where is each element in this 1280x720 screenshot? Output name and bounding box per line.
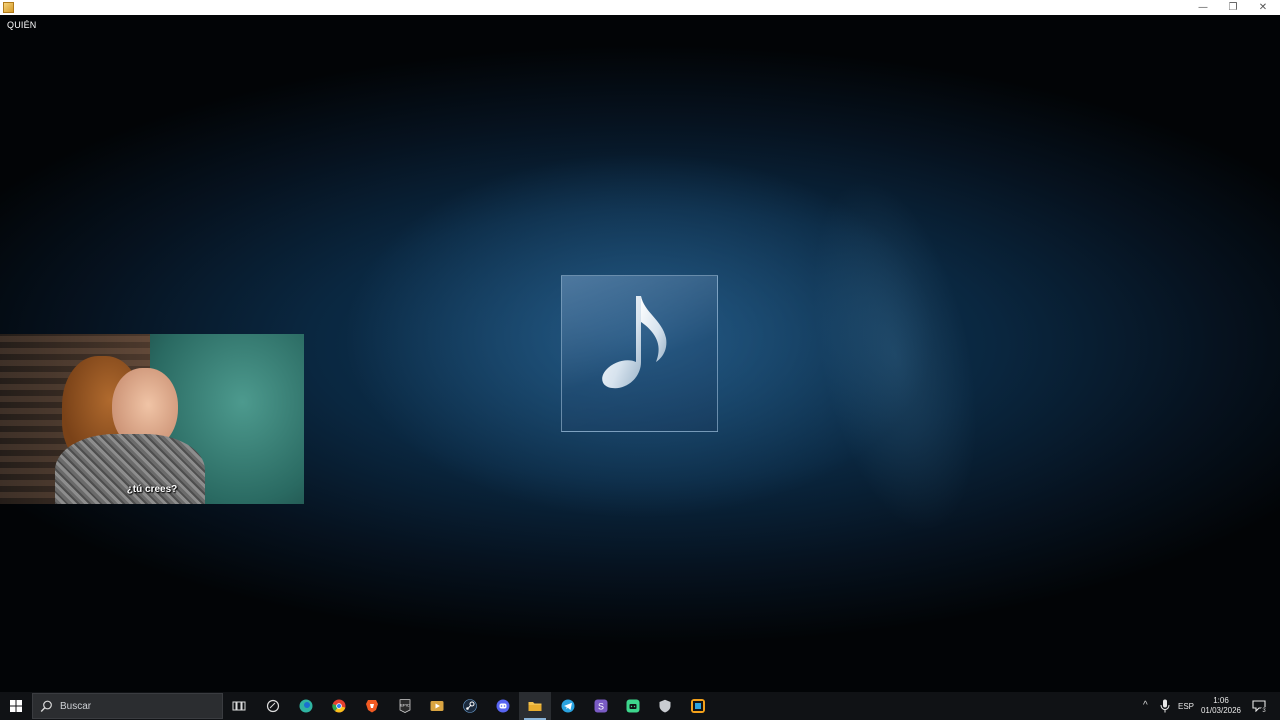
minimize-button[interactable]: — [1188,0,1218,15]
input-language[interactable]: ESP [1178,702,1194,711]
discord-icon [496,699,510,713]
taskbar-s-app[interactable]: S [585,692,617,720]
chrome-icon [332,699,346,713]
task-view-icon [232,701,246,711]
taskbar-telegram[interactable] [552,692,584,720]
s-app-icon: S [594,699,608,713]
taskbar-chrome[interactable] [323,692,355,720]
track-title: QUIÉN [7,20,37,30]
taskbar-cortana[interactable] [257,692,289,720]
video-subtitle: ¿tú crees? [126,484,178,495]
microphone-icon[interactable] [1160,699,1170,713]
player-background: QUIÉN ¿tú crees? [0,15,1280,692]
search-placeholder: Buscar [60,701,92,712]
video-thumbnail[interactable]: ¿tú crees? [0,334,304,504]
notification-count-badge: 3 [1260,707,1268,715]
clock[interactable]: 1:06 01/03/2026 [1198,696,1244,716]
folder-icon [528,702,542,711]
taskbar-brave[interactable] [356,692,388,720]
taskbar-vpn[interactable] [649,692,681,720]
svg-text:S: S [598,702,604,712]
tray-overflow-chevron[interactable]: ^ [1143,700,1148,711]
start-button[interactable] [0,692,32,720]
clock-time: 1:06 [1213,696,1229,705]
windows-icon [10,700,22,712]
music-note-icon [602,296,667,389]
epic-games-icon: EPIC [399,699,411,713]
cortana-icon [266,699,280,713]
maximize-button[interactable]: ❐ [1218,0,1248,15]
edge-icon [299,699,313,713]
shield-icon [659,699,671,713]
window-app-icon [691,699,705,713]
search-input[interactable]: Buscar [32,693,223,719]
media-player-icon [430,701,444,711]
app-icon [3,2,14,13]
taskbar-media-player[interactable] [421,692,453,720]
steam-icon [463,699,477,713]
search-icon [40,700,52,712]
taskbar-edge[interactable] [290,692,322,720]
close-button[interactable]: ✕ [1248,0,1278,15]
album-art [561,275,718,432]
telegram-icon [561,699,575,713]
taskbar-discord[interactable] [487,692,519,720]
brave-icon [366,700,378,713]
taskbar-orange-app[interactable] [682,692,714,720]
taskbar-steam[interactable] [454,692,486,720]
taskbar-file-explorer[interactable] [519,692,551,720]
taskbar-task-view[interactable] [223,692,255,720]
android-app-icon [626,699,640,713]
background-light [784,163,1006,547]
svg-text:EPIC: EPIC [400,703,409,708]
clock-date: 01/03/2026 [1200,706,1242,715]
taskbar-android-app[interactable] [617,692,649,720]
taskbar: Buscar EPIC S ^ ESP 1:06 01/03/2026 3 [0,692,1280,720]
taskbar-epic-games[interactable]: EPIC [389,692,421,720]
title-bar: — ❐ ✕ [0,0,1280,15]
